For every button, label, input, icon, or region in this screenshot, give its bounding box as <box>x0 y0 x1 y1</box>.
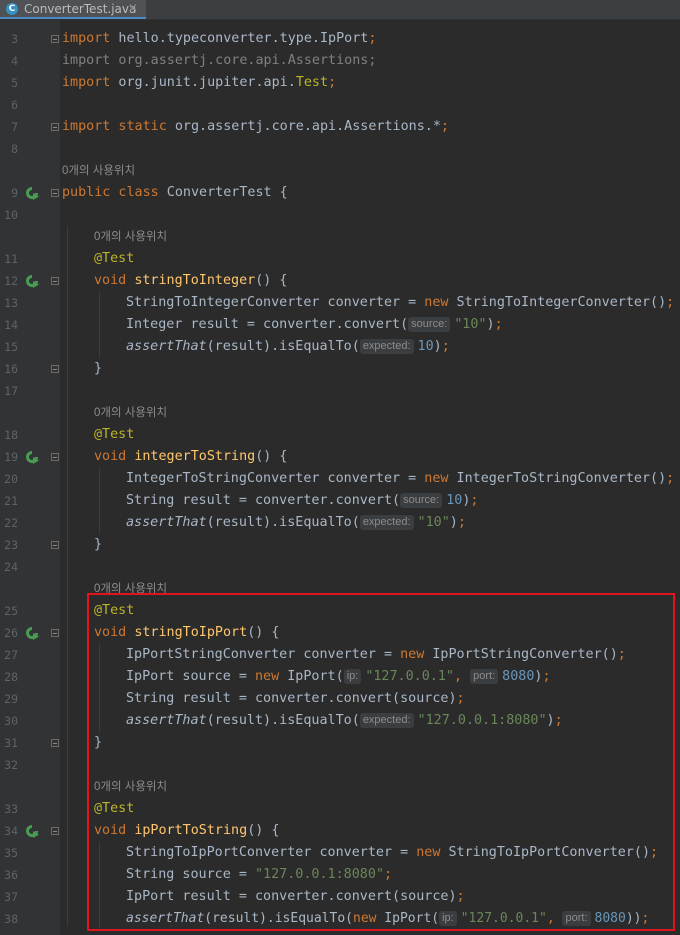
code-line-13: StringToIntegerConverter converter = new… <box>126 295 675 310</box>
line-number: 15 <box>4 340 18 354</box>
line-number: 29 <box>4 692 18 706</box>
line-number: 22 <box>4 516 18 530</box>
line-number: 36 <box>4 868 18 882</box>
fold-icon[interactable] <box>51 123 59 131</box>
code-line-14: Integer result = converter.convert(sourc… <box>126 317 503 332</box>
code-line-21: String result = converter.convert(source… <box>126 493 479 508</box>
line-number: 26 <box>4 626 18 640</box>
line-number: 9 <box>11 186 18 200</box>
param-hint-source: source: <box>400 493 443 508</box>
line-number: 17 <box>4 384 18 398</box>
code-line-22: assertThat(result).isEqualTo(expected: "1… <box>126 515 466 530</box>
tab-filename: ConverterTest.java <box>24 2 137 16</box>
line-number: 13 <box>4 296 18 310</box>
code-line-20: IntegerToStringConverter converter = new… <box>126 471 675 486</box>
usage-hint[interactable]: 0개의 사용위치 <box>94 226 167 248</box>
code-line-3: import hello.typeconverter.type.IpPort; <box>62 31 377 46</box>
fold-icon[interactable] <box>51 629 59 637</box>
run-test-icon[interactable] <box>24 185 40 201</box>
line-number: 25 <box>4 604 18 618</box>
code-line-5: import org.junit.jupiter.api.Test; <box>62 75 337 90</box>
run-test-icon[interactable] <box>24 273 40 289</box>
fold-icon[interactable] <box>51 35 59 43</box>
tab-converter-test[interactable]: C ConverterTest.java ✕ <box>0 0 146 19</box>
line-number: 38 <box>4 912 18 926</box>
fold-icon[interactable] <box>51 739 59 747</box>
indent-guide <box>99 292 100 358</box>
line-number: 19 <box>4 450 18 464</box>
highlight-box <box>87 593 675 931</box>
param-hint-expected: expected: <box>359 515 414 530</box>
code-line-9: public class ConverterTest { <box>62 185 288 200</box>
fold-icon[interactable] <box>51 453 59 461</box>
line-number: 12 <box>4 274 18 288</box>
line-number: 11 <box>4 252 18 266</box>
code-line-19: void integerToString() { <box>94 449 288 464</box>
line-number: 10 <box>4 208 18 222</box>
code-line-7: import static org.assertj.core.api.Asser… <box>62 119 449 134</box>
usage-hint[interactable]: 0개의 사용위치 <box>94 402 167 424</box>
indent-guide <box>99 468 100 534</box>
line-number: 20 <box>4 472 18 486</box>
line-number: 7 <box>11 120 18 134</box>
java-class-icon: C <box>6 3 18 15</box>
code-line-18: @Test <box>94 427 135 442</box>
line-number: 21 <box>4 494 18 508</box>
line-number: 18 <box>4 428 18 442</box>
run-test-icon[interactable] <box>24 449 40 465</box>
line-number: 16 <box>4 362 18 376</box>
line-number: 5 <box>11 76 18 90</box>
code-line-15: assertThat(result).isEqualTo(expected: 10… <box>126 339 450 354</box>
line-number: 4 <box>11 54 18 68</box>
line-number: 30 <box>4 714 18 728</box>
param-hint-expected: expected: <box>359 339 414 354</box>
fold-icon[interactable] <box>51 541 59 549</box>
line-number: 3 <box>11 32 18 46</box>
line-number: 8 <box>11 142 18 156</box>
line-number: 14 <box>4 318 18 332</box>
line-number: 37 <box>4 890 18 904</box>
editor-tab-bar: C ConverterTest.java ✕ <box>0 0 680 20</box>
line-number: 24 <box>4 560 18 574</box>
line-number: 32 <box>4 758 18 772</box>
line-number: 28 <box>4 670 18 684</box>
line-number: 6 <box>11 98 18 112</box>
usage-hint[interactable]: 0개의 사용위치 <box>62 160 135 182</box>
fold-icon[interactable] <box>51 827 59 835</box>
fold-icon[interactable] <box>51 189 59 197</box>
line-number: 23 <box>4 538 18 552</box>
code-line-23: } <box>94 537 103 552</box>
line-number: 31 <box>4 736 18 750</box>
line-number: 35 <box>4 846 18 860</box>
code-line-16: } <box>94 361 103 376</box>
line-number: 27 <box>4 648 18 662</box>
code-line-12: void stringToInteger() { <box>94 273 288 288</box>
run-test-icon[interactable] <box>24 823 40 839</box>
code-line-11: @Test <box>94 251 135 266</box>
fold-icon[interactable] <box>51 365 59 373</box>
fold-icon[interactable] <box>51 277 59 285</box>
run-test-icon[interactable] <box>24 625 40 641</box>
line-number: 33 <box>4 802 18 816</box>
param-hint-source: source: <box>408 317 451 332</box>
close-tab-icon[interactable]: ✕ <box>128 1 138 16</box>
indent-guide <box>67 226 68 926</box>
line-number: 34 <box>4 824 18 838</box>
code-line-4: import org.assertj.core.api.Assertions; <box>62 53 377 68</box>
